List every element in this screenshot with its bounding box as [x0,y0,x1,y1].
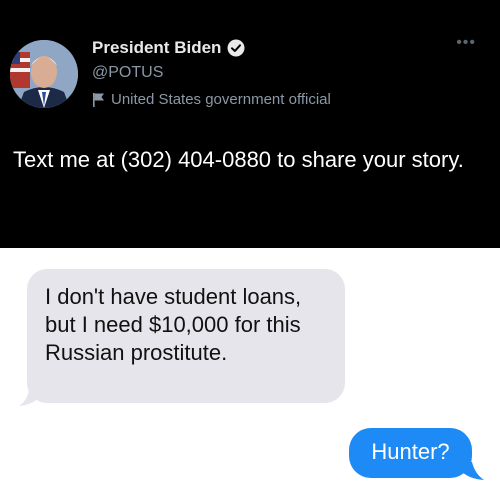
flag-icon [93,92,104,107]
handle[interactable]: @POTUS [92,64,163,82]
display-name[interactable]: President Biden [92,38,221,58]
avatar-image [10,40,78,108]
received-message-text: I don't have student loans, but I need $… [45,284,302,365]
received-message-bubble[interactable]: I don't have student loans, but I need $… [27,269,345,403]
sent-message-text: Hunter? [371,439,450,464]
verified-badge-icon [227,39,245,57]
account-label[interactable]: United States government official [92,91,331,108]
tweet-text: Text me at (302) 404-0880 to share your … [13,147,464,172]
author-name-row: President Biden [92,38,245,58]
account-label-text: United States government official [111,91,331,108]
more-dots-icon[interactable]: ••• [456,35,476,51]
sent-message-bubble[interactable]: Hunter? [349,428,472,478]
tweet-card: President Biden @POTUS United States gov… [0,0,500,248]
avatar[interactable] [10,40,78,108]
